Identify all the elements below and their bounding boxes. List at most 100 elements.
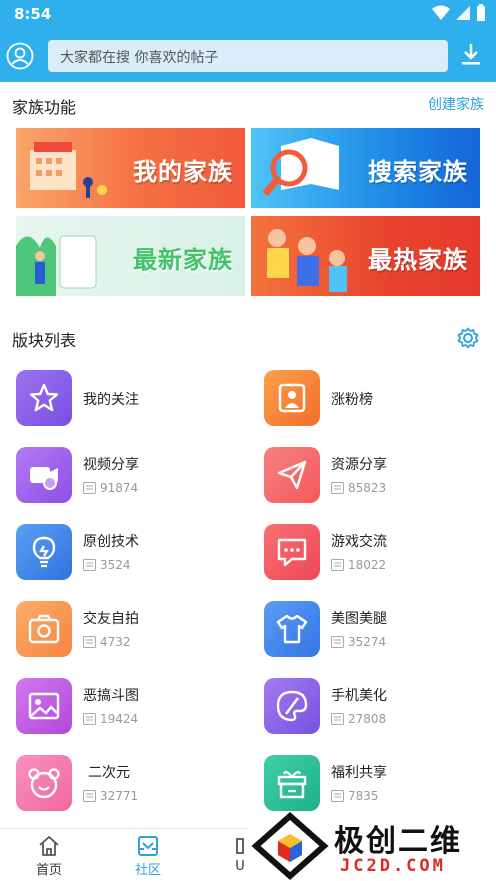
board-item-original-tech[interactable]: 原创技术 3524 (16, 524, 236, 584)
watermark-sub-text: JC2D.COM (340, 856, 446, 876)
post-count: 32771 (83, 789, 138, 803)
post-count-icon (331, 790, 344, 802)
board-name: 恶搞斗图 (83, 688, 139, 704)
camera-icon (16, 601, 72, 657)
board-item-beauty-legs[interactable]: 美图美腿 35274 (264, 601, 484, 661)
search-input[interactable]: 大家都在搜 你喜欢的帖子 (48, 40, 448, 72)
board-item-video-share[interactable]: 视频分享 91874 (16, 447, 236, 507)
bear-icon (16, 755, 72, 811)
post-count-value: 85823 (348, 481, 387, 495)
post-count-value: 35274 (348, 635, 387, 649)
post-count-value: 19424 (100, 712, 139, 726)
palette-icon (264, 678, 320, 734)
board-item-anime[interactable]: 二次元 32771 (16, 755, 236, 815)
nav-home[interactable]: 首页 (19, 829, 79, 881)
board-item-welfare[interactable]: 福利共享 7835 (264, 755, 484, 815)
post-count: 7835 (331, 789, 379, 803)
banner-label: 搜索家族 (368, 158, 468, 186)
board-name: 我的关注 (83, 392, 139, 408)
post-count-icon (331, 636, 344, 648)
family-section-title: 家族功能 (12, 98, 77, 117)
banner-newest-family[interactable]: 最新家族 (16, 216, 245, 296)
post-count-icon (83, 790, 96, 802)
nav-label: 首页 (35, 863, 62, 878)
board-name: 二次元 (88, 765, 130, 781)
post-count-icon (331, 713, 344, 725)
post-count-value: 32771 (100, 789, 139, 803)
post-count-value: 3524 (100, 558, 131, 572)
community-icon (138, 836, 158, 856)
home-icon (39, 836, 59, 856)
rank-icon (264, 370, 320, 426)
star-icon (16, 370, 72, 426)
board-item-phone-theme[interactable]: 手机美化 27808 (264, 678, 484, 738)
board-name: 视频分享 (83, 457, 139, 473)
crowd-illustration-icon (267, 229, 347, 292)
board-name: 原创技术 (83, 534, 139, 550)
banner-my-family[interactable]: 我的家族 (16, 128, 245, 208)
status-time: 8:54 (14, 5, 52, 23)
board-name: 美图美腿 (331, 611, 387, 627)
post-count-icon (83, 559, 96, 571)
banner-hottest-family[interactable]: 最热家族 (251, 216, 480, 296)
status-bar: 8:54 (0, 0, 496, 28)
banner-label: 最热家族 (368, 246, 468, 274)
boards-section-title: 版块列表 (12, 331, 77, 350)
nav-label: 社区 (134, 863, 161, 878)
banner-label: 最新家族 (133, 246, 233, 274)
banner-search-family[interactable]: 搜索家族 (251, 128, 480, 208)
post-count-value: 18022 (348, 558, 387, 572)
shirt-icon (264, 601, 320, 657)
send-icon (264, 447, 320, 503)
board-item-following[interactable]: 我的关注 (16, 370, 236, 430)
image-icon (16, 678, 72, 734)
post-count-icon (331, 559, 344, 571)
post-count: 85823 (331, 481, 386, 495)
post-count-value: 7835 (348, 789, 379, 803)
bulb-icon (16, 524, 72, 580)
post-count: 35274 (331, 635, 386, 649)
video-icon (16, 447, 72, 503)
watermark: 极创二维 JC2D.COM (248, 812, 496, 881)
post-count: 91874 (83, 481, 138, 495)
board-item-fans-rank[interactable]: 涨粉榜 (264, 370, 484, 430)
post-count: 4732 (83, 635, 131, 649)
post-count-icon (83, 713, 96, 725)
board-item-game-chat[interactable]: 游戏交流 18022 (264, 524, 484, 584)
magnifier-book-icon (262, 138, 339, 197)
chat-icon (264, 524, 320, 580)
post-count: 3524 (83, 558, 131, 572)
battery-icon (477, 4, 485, 21)
gear-icon[interactable] (457, 327, 479, 349)
board-name: 交友自拍 (83, 611, 139, 627)
board-name: 涨粉榜 (331, 392, 373, 408)
watermark-main-text: 极创二维 (334, 824, 462, 859)
post-count-icon (83, 482, 96, 494)
post-count: 18022 (331, 558, 386, 572)
board-item-dating-selfie[interactable]: 交友自拍 4732 (16, 601, 236, 661)
post-count: 27808 (331, 712, 386, 726)
user-avatar-icon[interactable] (6, 42, 34, 70)
post-count-value: 4732 (100, 635, 131, 649)
status-icons (432, 4, 486, 22)
post-count-value: 91874 (100, 481, 139, 495)
board-name: 手机美化 (331, 688, 387, 704)
wifi-icon (432, 5, 450, 20)
download-icon[interactable] (460, 42, 482, 66)
post-count-icon (83, 636, 96, 648)
post-count: 19424 (83, 712, 138, 726)
create-family-link[interactable]: 创建家族 (428, 94, 484, 114)
board-name: 资源分享 (331, 457, 387, 473)
board-item-resource-share[interactable]: 资源分享 85823 (264, 447, 484, 507)
nav-community[interactable]: 社区 (118, 829, 178, 881)
signal-icon (456, 6, 470, 20)
post-count-icon (331, 482, 344, 494)
gift-icon (264, 755, 320, 811)
cube-logo-icon (251, 812, 329, 881)
building-illustration-icon (30, 142, 107, 198)
board-name: 游戏交流 (331, 534, 387, 550)
plant-illustration-icon (16, 235, 97, 296)
board-name: 福利共享 (331, 765, 387, 781)
post-count-value: 27808 (348, 712, 387, 726)
board-item-meme[interactable]: 恶搞斗图 19424 (16, 678, 236, 738)
